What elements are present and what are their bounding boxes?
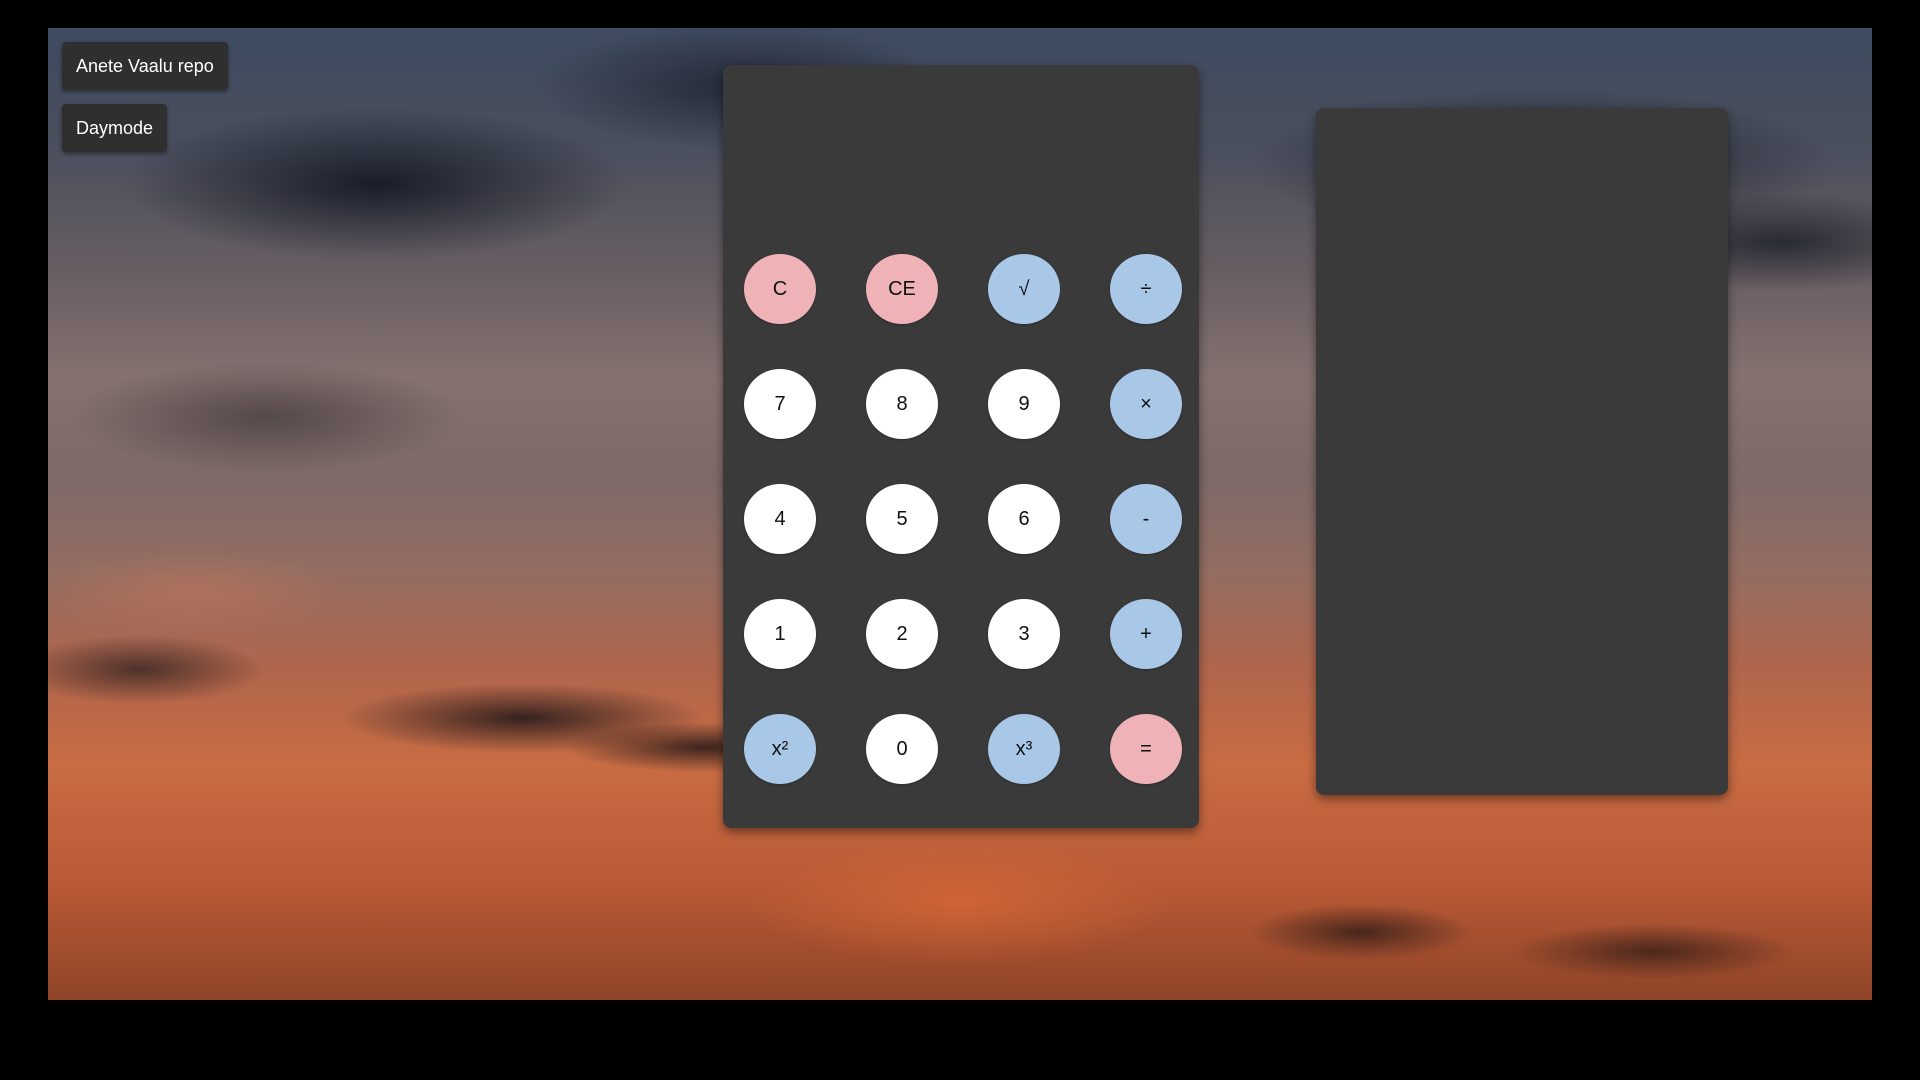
key-c-button[interactable]: C — [744, 254, 816, 324]
key-subtract-button[interactable]: - — [1110, 484, 1182, 554]
key-3-button[interactable]: 3 — [988, 599, 1060, 669]
key-equals-button[interactable]: = — [1110, 714, 1182, 784]
history-panel — [1316, 108, 1728, 795]
sunset-sky-background: Anete Vaalu repo Daymode C CE √ ÷ 7 8 9 … — [48, 28, 1872, 1000]
repo-link-button[interactable]: Anete Vaalu repo — [62, 42, 228, 90]
key-0-button[interactable]: 0 — [866, 714, 938, 784]
key-5-button[interactable]: 5 — [866, 484, 938, 554]
key-8-button[interactable]: 8 — [866, 369, 938, 439]
calculator-display — [743, 85, 1179, 235]
key-6-button[interactable]: 6 — [988, 484, 1060, 554]
key-multiply-button[interactable]: × — [1110, 369, 1182, 439]
key-1-button[interactable]: 1 — [744, 599, 816, 669]
key-ce-button[interactable]: CE — [866, 254, 938, 324]
key-divide-button[interactable]: ÷ — [1110, 254, 1182, 324]
key-add-button[interactable]: + — [1110, 599, 1182, 669]
key-square-button[interactable]: x² — [744, 714, 816, 784]
key-cube-button[interactable]: x³ — [988, 714, 1060, 784]
key-sqrt-button[interactable]: √ — [988, 254, 1060, 324]
key-4-button[interactable]: 4 — [744, 484, 816, 554]
key-2-button[interactable]: 2 — [866, 599, 938, 669]
key-7-button[interactable]: 7 — [744, 369, 816, 439]
calculator-keypad: C CE √ ÷ 7 8 9 × 4 5 6 - 1 2 3 + x² 0 x³… — [744, 254, 1182, 792]
calculator-panel: C CE √ ÷ 7 8 9 × 4 5 6 - 1 2 3 + x² 0 x³… — [723, 65, 1199, 828]
daymode-toggle-button[interactable]: Daymode — [62, 104, 168, 152]
key-9-button[interactable]: 9 — [988, 369, 1060, 439]
